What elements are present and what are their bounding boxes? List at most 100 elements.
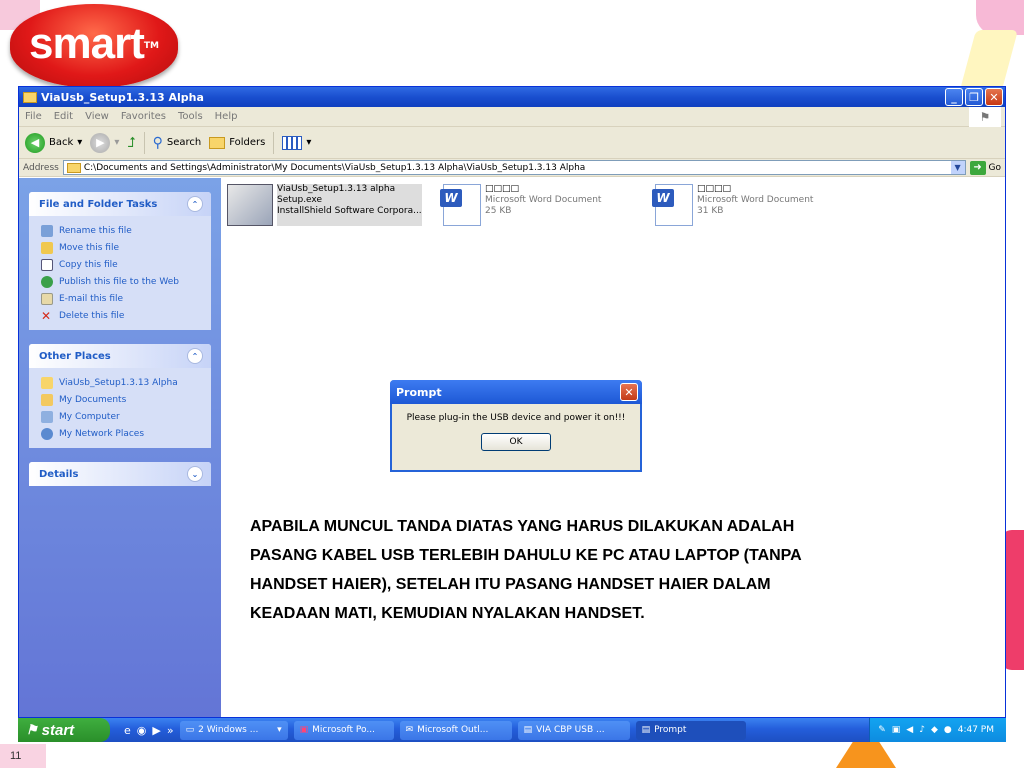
task-powerpoint[interactable]: ▣ Microsoft Po... (293, 720, 394, 740)
task-outlook[interactable]: ✉ Microsoft Outl... (399, 720, 512, 740)
toolbar-separator (273, 131, 275, 154)
windows-flag-icon: ⚑ (969, 107, 1001, 127)
computer-icon (41, 410, 53, 423)
tray-tool-icon[interactable]: ✎ (878, 725, 886, 735)
tray-app-icon[interactable]: ● (944, 725, 952, 735)
window-titlebar[interactable]: ViaUsb_Setup1.3.13 Alpha _ ❐ ✕ (19, 87, 1005, 107)
restore-button[interactable]: ❐ (965, 88, 983, 106)
place-label: My Computer (59, 411, 120, 422)
file-type: Microsoft Word Document (485, 195, 602, 205)
menu-tools[interactable]: Tools (178, 111, 203, 122)
slide-number: 11 (0, 744, 46, 768)
forward-button[interactable]: ▶ ▾ (90, 132, 119, 153)
details-header[interactable]: Details ⌄ (29, 462, 211, 486)
go-button[interactable]: ➜ Go (969, 160, 1001, 175)
tray-network-icon[interactable]: ▣ (892, 725, 901, 735)
window-icon: ▤ (641, 725, 651, 735)
task-rename[interactable]: Rename this file (41, 222, 203, 239)
task-label: E-mail this file (59, 293, 124, 304)
media-icon[interactable]: ▶ (152, 724, 160, 737)
installer-icon: ▤ (523, 725, 533, 735)
task-delete[interactable]: ✕ Delete this file (41, 307, 203, 324)
forward-arrow-icon: ▶ (90, 132, 111, 153)
smart-logo: smart TM (10, 4, 178, 88)
task-label: VIA CBP USB ... (536, 725, 605, 735)
windows-flag-icon: ⚑ (26, 722, 38, 737)
task-pane: File and Folder Tasks ⌃ Rename this file… (19, 178, 221, 717)
task-label: Prompt (654, 725, 687, 735)
task-label: Microsoft Po... (312, 725, 375, 735)
panel-title: Details (39, 468, 79, 480)
place-folder[interactable]: ViaUsb_Setup1.3.13 Alpha (41, 374, 203, 391)
up-folder-icon[interactable]: ⮥ (127, 135, 135, 151)
back-label: Back (49, 137, 74, 148)
quick-launch: e ◉ ▶ » (124, 724, 174, 737)
collapse-icon[interactable]: ⌃ (187, 348, 203, 364)
more-chevron-icon[interactable]: » (167, 724, 174, 737)
dialog-close-button[interactable]: ✕ (620, 383, 638, 401)
menu-help[interactable]: Help (215, 111, 238, 122)
task-via-cbp-usb[interactable]: ▤ VIA CBP USB ... (517, 720, 630, 740)
word-document-icon (440, 184, 481, 226)
tray-volume-icon[interactable]: ♪ (919, 725, 925, 735)
file-item-word-doc-2[interactable]: □□□□ Microsoft Word Document 31 KB (652, 184, 813, 226)
task-prompt[interactable]: ▤ Prompt (635, 720, 746, 740)
task-label: Rename this file (59, 225, 132, 236)
dropdown-arrow-icon[interactable]: ▾ (114, 137, 119, 148)
address-label: Address (23, 162, 59, 173)
address-bar: Address C:\Documents and Settings\Admini… (19, 159, 1005, 177)
file-item-setup-exe[interactable]: ViaUsb_Setup1.3.13 alpha Setup.exe Insta… (227, 184, 422, 226)
other-places-header[interactable]: Other Places ⌃ (29, 344, 211, 368)
task-copy[interactable]: Copy this file (41, 256, 203, 273)
expand-icon[interactable]: ⌄ (187, 466, 203, 482)
folder-icon (41, 376, 53, 389)
dropdown-arrow-icon[interactable]: ▾ (77, 137, 82, 148)
menu-edit[interactable]: Edit (54, 111, 73, 122)
place-my-computer[interactable]: My Computer (41, 408, 203, 425)
clock[interactable]: 4:47 PM (958, 725, 994, 735)
collapse-icon[interactable]: ⌃ (187, 196, 203, 212)
outlook-icon: ✉ (405, 725, 414, 735)
tray-expand-icon[interactable]: ◀ (906, 725, 913, 735)
task-windows-explorer[interactable]: ▭ 2 Windows ... ▾ (179, 720, 288, 740)
menu-bar: File Edit View Favorites Tools Help ⚑ (19, 107, 1005, 127)
task-publish[interactable]: Publish this file to the Web (41, 273, 203, 290)
place-label: My Documents (59, 394, 127, 405)
dialog-titlebar[interactable]: Prompt ✕ (390, 380, 642, 404)
search-icon: ⚲ (152, 134, 163, 151)
taskbar: ⚑ start e ◉ ▶ » ▭ 2 Windows ... ▾ ▣ Microso… (18, 718, 1006, 742)
address-dropdown-icon[interactable]: ▼ (950, 161, 965, 174)
search-button[interactable]: ⚲ Search (153, 135, 202, 151)
place-my-documents[interactable]: My Documents (41, 391, 203, 408)
folders-button[interactable]: Folders (209, 136, 265, 149)
views-button[interactable]: ▾ (282, 135, 312, 150)
address-input[interactable]: C:\Documents and Settings\Administrator\… (62, 160, 966, 175)
menu-file[interactable]: File (25, 111, 42, 122)
minimize-button[interactable]: _ (945, 88, 963, 106)
ie-icon[interactable]: e (124, 724, 131, 737)
place-network[interactable]: My Network Places (41, 425, 203, 442)
file-item-word-doc-1[interactable]: □□□□ Microsoft Word Document 25 KB (440, 184, 602, 226)
start-label: start (41, 721, 75, 739)
task-move[interactable]: Move this file (41, 239, 203, 256)
file-folder-tasks-header[interactable]: File and Folder Tasks ⌃ (29, 192, 211, 216)
start-button[interactable]: ⚑ start (18, 718, 110, 742)
browser-icon[interactable]: ◉ (137, 724, 147, 737)
task-label: Copy this file (59, 259, 118, 270)
prompt-dialog: Prompt ✕ Please plug-in the USB device a… (390, 380, 642, 472)
close-button[interactable]: ✕ (985, 88, 1003, 106)
dropdown-arrow-icon: ▾ (306, 137, 312, 148)
menu-favorites[interactable]: Favorites (121, 111, 166, 122)
panel-title: Other Places (39, 350, 111, 362)
slide-decoration-yellow (959, 30, 1019, 90)
task-email[interactable]: E-mail this file (41, 290, 203, 307)
tray-security-icon[interactable]: ◆ (931, 725, 938, 735)
views-icon (282, 135, 303, 150)
file-company: InstallShield Software Corpora... (277, 206, 422, 216)
ok-button[interactable]: OK (481, 433, 551, 451)
task-label: 2 Windows ... (198, 725, 259, 735)
task-label: Publish this file to the Web (59, 276, 179, 287)
instruction-text: APABILA MUNCUL TANDA DIATAS YANG HARUS D… (250, 518, 802, 622)
menu-view[interactable]: View (85, 111, 109, 122)
back-button[interactable]: ◀ Back ▾ (25, 132, 82, 153)
